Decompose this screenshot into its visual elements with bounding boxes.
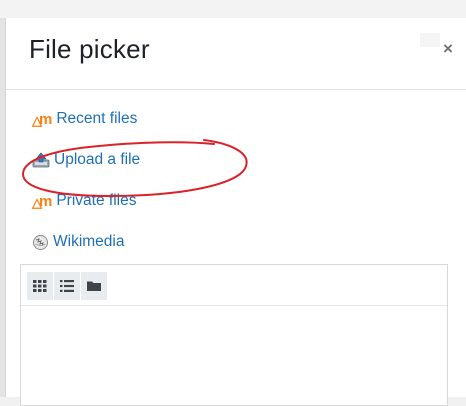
view-toolbar — [21, 265, 447, 306]
wikimedia-icon — [33, 234, 48, 250]
repo-label: Wikimedia — [53, 233, 125, 250]
list-view-button[interactable] — [54, 272, 80, 300]
close-icon: × — [443, 39, 453, 58]
grid-view-button[interactable] — [27, 272, 53, 300]
repo-recent-files[interactable]: △ m Recent files — [32, 108, 137, 130]
moodle-logo-icon: △ m — [32, 111, 53, 128]
file-picker-dialog: File picker × △ m Recent files Upload a f… — [5, 18, 466, 406]
dialog-title: File picker — [29, 34, 150, 64]
view-switcher — [27, 272, 107, 300]
dialog-header: File picker × — [6, 18, 466, 90]
list-view-icon — [60, 280, 74, 292]
close-button[interactable]: × — [433, 38, 463, 60]
repo-wikimedia[interactable]: Wikimedia — [32, 231, 124, 253]
folder-view-button[interactable] — [81, 272, 107, 300]
repo-label: Recent files — [56, 110, 138, 127]
red-circle-annotation — [21, 139, 248, 198]
page-top-strip — [0, 0, 466, 18]
file-manager-panel — [20, 264, 448, 406]
folder-view-icon — [87, 281, 101, 291]
grid-view-icon — [33, 280, 47, 292]
